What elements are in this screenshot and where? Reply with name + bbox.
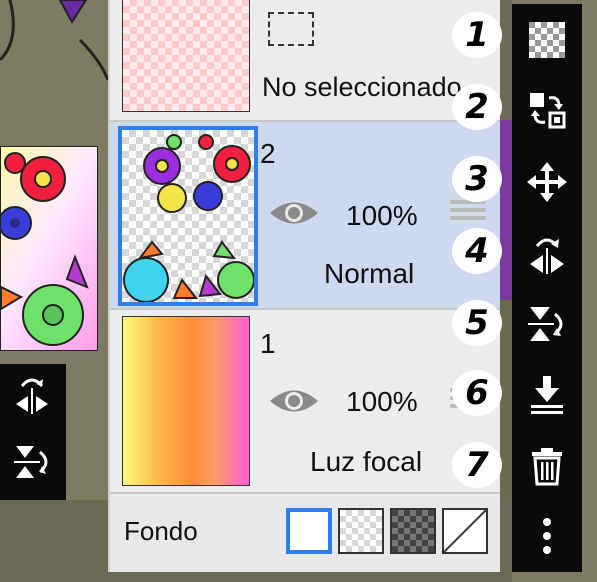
layer-number: 2 <box>260 138 276 169</box>
more-icon[interactable] <box>523 512 571 560</box>
background-none-swatch[interactable] <box>442 508 488 554</box>
flip-horizontal-icon[interactable] <box>12 374 52 414</box>
right-toolbar <box>512 4 582 572</box>
transparency-icon[interactable] <box>523 16 571 64</box>
background-dark-checker-swatch[interactable] <box>390 508 436 554</box>
left-toolbar <box>0 364 66 500</box>
move-icon[interactable] <box>523 158 571 206</box>
annotation-number: 6 <box>452 370 502 416</box>
merge-down-icon[interactable] <box>523 370 571 418</box>
canvas-artwork-preview <box>0 146 98 351</box>
background-label: Fondo <box>124 516 198 546</box>
visibility-eye-icon[interactable] <box>268 386 320 416</box>
layer-row-1[interactable]: 1 100% Luz focal <box>110 310 500 494</box>
delete-icon[interactable] <box>523 442 571 490</box>
layer-thumbnail <box>122 316 250 486</box>
swap-layers-icon[interactable] <box>523 86 571 134</box>
layer-opacity[interactable]: 100% <box>346 386 418 418</box>
annotation-number: 1 <box>452 12 502 58</box>
annotation-number: 4 <box>452 228 502 274</box>
annotation-number: 3 <box>452 156 502 202</box>
background-transparent-swatch[interactable] <box>338 508 384 554</box>
panel-bottom-strip <box>108 572 512 582</box>
annotation-number: 2 <box>452 84 502 130</box>
canvas-right-strip <box>500 0 512 582</box>
visibility-eye-icon[interactable] <box>268 198 320 228</box>
flip-vertical-icon[interactable] <box>523 300 571 348</box>
background-white-swatch[interactable] <box>286 508 332 554</box>
selection-layer-icon <box>268 12 314 46</box>
layer-number: 1 <box>260 328 276 359</box>
canvas-artwork-top <box>0 0 108 81</box>
annotation-number: 7 <box>452 442 502 488</box>
flip-vertical-icon[interactable] <box>12 442 52 482</box>
background-row: Fondo <box>110 494 500 572</box>
layer-thumbnail <box>122 0 250 112</box>
annotation-number: 5 <box>452 300 502 346</box>
canvas-bottom-area <box>0 500 108 582</box>
layer-row-unselected[interactable]: No seleccionado <box>110 0 500 122</box>
layer-name: No seleccionado <box>262 72 462 102</box>
flower-artwork <box>1 152 89 346</box>
blend-mode[interactable]: Normal <box>324 258 414 290</box>
layers-panel: No seleccionado 2 100% Normal 1 100% Luz… <box>108 0 500 572</box>
blend-mode[interactable]: Luz focal <box>310 446 422 478</box>
layer-row-2[interactable]: 2 100% Normal <box>110 122 500 310</box>
flip-horizontal-icon[interactable] <box>523 230 571 278</box>
flower-thumbnail-art <box>123 134 255 303</box>
drag-handle-icon[interactable] <box>450 200 486 224</box>
layer-opacity[interactable]: 100% <box>346 200 418 232</box>
layer-thumbnail <box>118 126 258 306</box>
